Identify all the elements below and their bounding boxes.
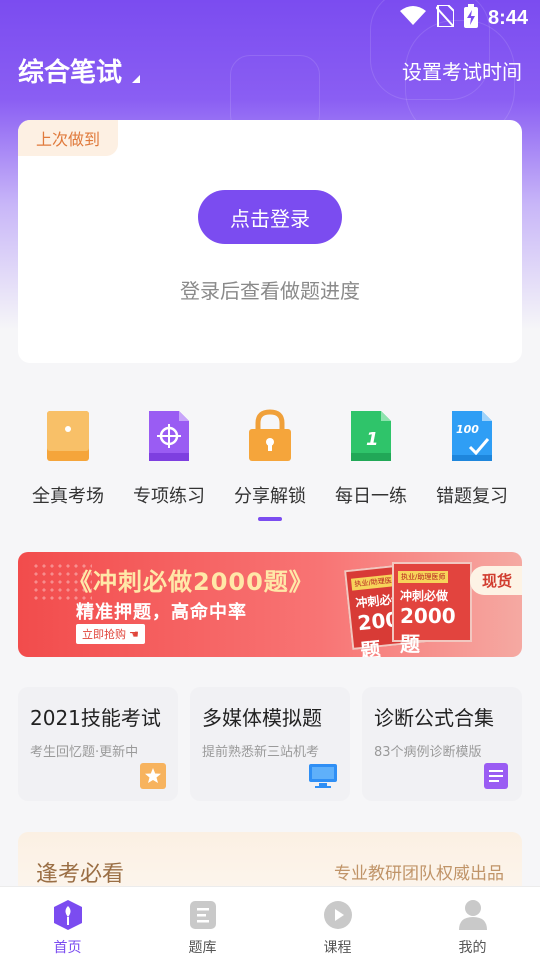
monitor-icon — [308, 763, 338, 789]
book-image: 执业/助理医师 冲刺必做 2000题 — [392, 562, 472, 656]
svg-text:100: 100 — [456, 423, 479, 436]
document-list-icon — [484, 763, 510, 789]
card-title: 2021技能考试 — [30, 706, 161, 730]
no-sim-icon — [435, 4, 455, 31]
quick-item-wrong-review[interactable]: 100 错题复习 — [422, 408, 522, 508]
login-button[interactable]: 点击登录 — [198, 190, 342, 244]
quick-item-full-exam[interactable]: 全真考场 — [18, 408, 118, 508]
tab-label: 题库 — [188, 940, 217, 956]
must-see-subtitle: 专业教研团队权威出品 — [334, 864, 504, 884]
card-subtitle: 83个病例诊断模版 — [374, 745, 482, 760]
quick-item-label: 错题复习 — [436, 486, 508, 507]
tab-question-bank[interactable]: 题库 — [135, 887, 270, 960]
book-top-label: 执业/助理医师 — [398, 571, 449, 583]
buy-now-label: 立即抢购 — [82, 628, 126, 641]
quick-item-daily-practice[interactable]: 1 每日一练 — [321, 408, 421, 508]
progress-card: 上次做到 点击登录 登录后查看做题进度 — [18, 120, 522, 363]
book-big: 2000题 — [400, 604, 456, 656]
status-bar: 8:44 — [399, 0, 528, 36]
header-row: 综合笔试 设置考试时间 — [18, 52, 522, 89]
tab-courses[interactable]: 课程 — [270, 887, 405, 960]
last-done-tag: 上次做到 — [18, 120, 119, 156]
banner-title: 《冲刺必做2000题》 — [68, 568, 314, 596]
svg-text:1: 1 — [366, 429, 379, 450]
star-icon — [140, 763, 166, 789]
card-title: 诊断公式合集 — [374, 706, 494, 730]
tab-home[interactable]: 首页 — [0, 887, 135, 960]
card-subtitle: 提前熟悉新三站机考 — [202, 745, 320, 760]
book-line: 冲刺必做 — [400, 589, 449, 603]
daily-doc-icon: 1 — [346, 408, 396, 464]
tab-label: 课程 — [323, 940, 352, 956]
tab-label: 首页 — [53, 940, 82, 956]
quick-item-label: 每日一练 — [335, 486, 407, 507]
question-bank-icon — [187, 899, 219, 931]
login-hint: 登录后查看做题进度 — [180, 279, 360, 303]
hand-pointer-icon: ☚ — [129, 627, 139, 641]
clock-time: 8:44 — [487, 6, 528, 29]
exam-selector[interactable]: 综合笔试 — [18, 52, 141, 89]
card-skill-exam[interactable]: 2021技能考试 考生回忆题·更新中 — [18, 687, 178, 801]
padlock-icon — [245, 408, 295, 464]
target-doc-icon — [144, 408, 194, 464]
battery-charging-icon — [463, 4, 478, 32]
quick-item-share-unlock[interactable]: 分享解锁 — [220, 408, 320, 508]
tab-profile[interactable]: 我的 — [405, 887, 540, 960]
quick-entry-grid: 全真考场 专项练习 分享解锁 1 每日一练 100 错题复习 — [18, 408, 522, 508]
quick-item-label: 分享解锁 — [234, 486, 306, 507]
quick-item-label: 全真考场 — [32, 486, 104, 507]
card-subtitle: 考生回忆题·更新中 — [30, 745, 139, 760]
bottom-tab-bar: 首页 题库 课程 我的 — [0, 886, 540, 960]
card-title: 多媒体模拟题 — [202, 706, 322, 730]
buy-now-button[interactable]: 立即抢购 ☚ — [76, 624, 145, 644]
exam-title: 综合笔试 — [18, 58, 123, 88]
feature-cards: 2021技能考试 考生回忆题·更新中 多媒体模拟题 提前熟悉新三站机考 诊断公式… — [18, 687, 522, 801]
banner-subtitle: 精准押题，高命中率 — [76, 602, 247, 623]
exam-envelope-icon — [43, 408, 93, 464]
quick-item-label: 专项练习 — [133, 486, 205, 507]
profile-icon — [457, 899, 489, 931]
promo-banner[interactable]: 《冲刺必做2000题》 精准押题，高命中率 立即抢购 ☚ 执业/助理医师 冲刺必… — [18, 552, 522, 657]
in-stock-badge: 现货 — [469, 566, 522, 595]
card-multimedia-mock[interactable]: 多媒体模拟题 提前熟悉新三站机考 — [190, 687, 350, 801]
must-see-title: 逢考必看 — [36, 862, 125, 887]
quick-item-special-practice[interactable]: 专项练习 — [119, 408, 219, 508]
dropdown-triangle-icon — [132, 75, 141, 83]
home-pen-icon — [52, 899, 84, 931]
tab-label: 我的 — [458, 940, 487, 956]
play-course-icon — [322, 899, 354, 931]
set-exam-time-link[interactable]: 设置考试时间 — [402, 56, 522, 85]
page-indicator — [258, 517, 282, 521]
card-diagnosis-formula[interactable]: 诊断公式合集 83个病例诊断模版 — [362, 687, 522, 801]
score-doc-icon: 100 — [447, 408, 497, 464]
wifi-icon — [399, 6, 426, 30]
